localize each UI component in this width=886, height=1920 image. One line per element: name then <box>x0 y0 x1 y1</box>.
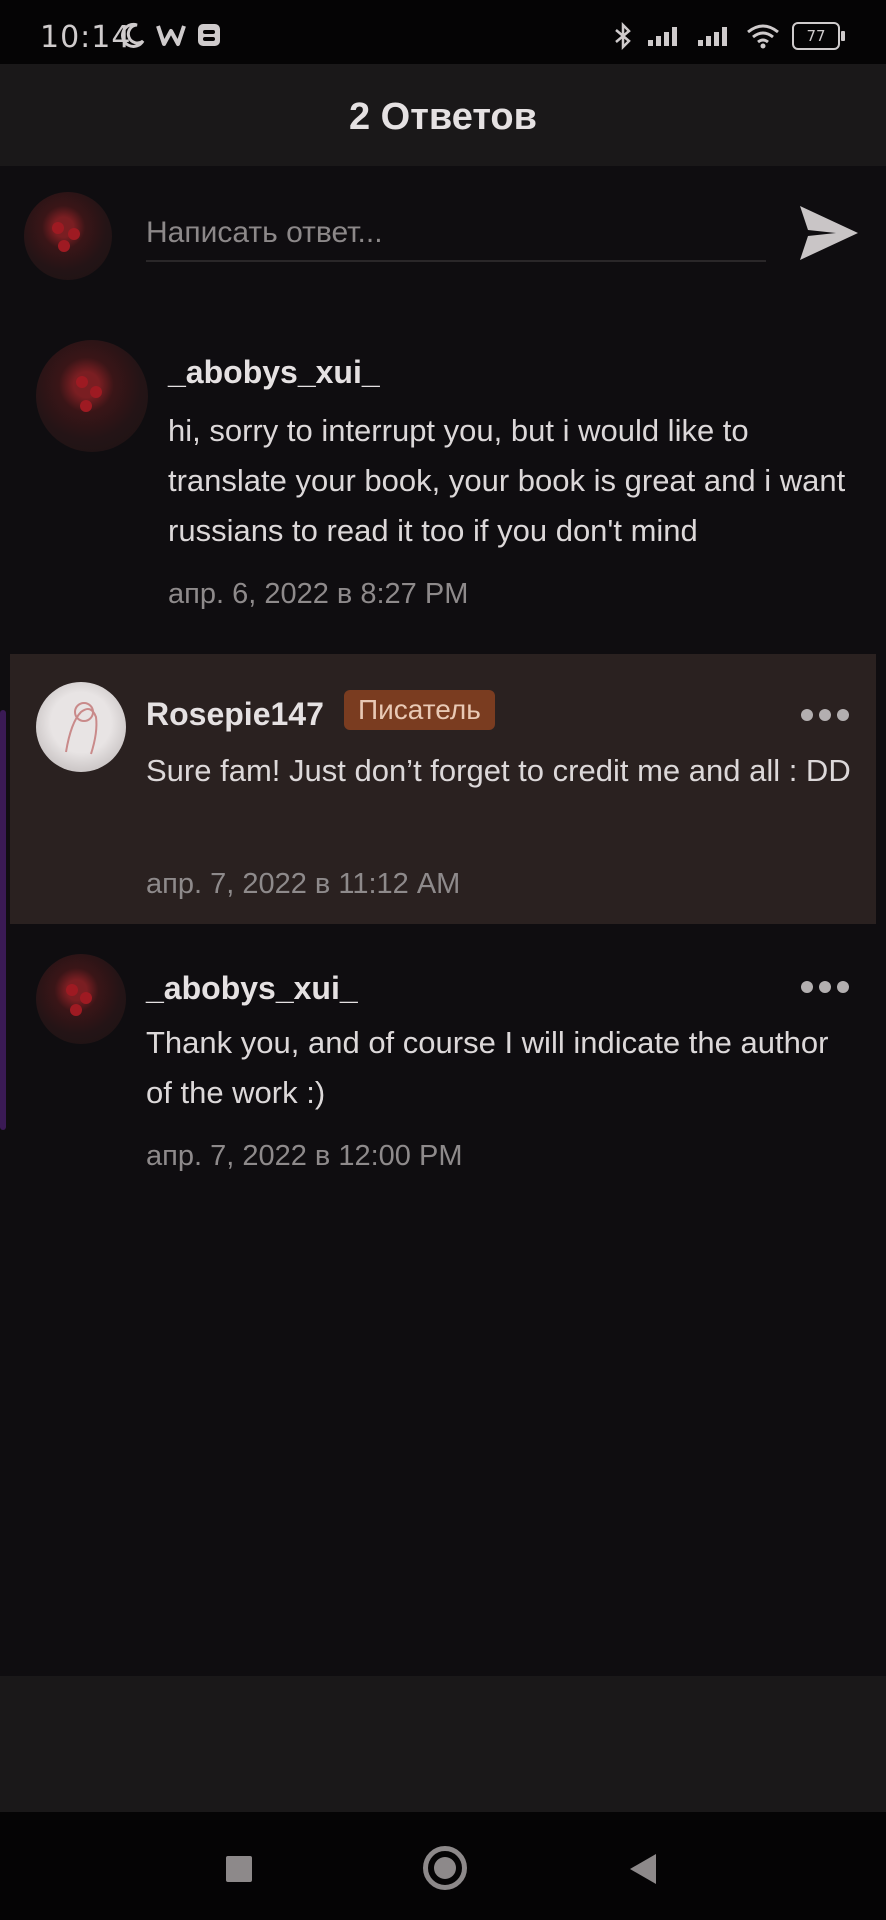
status-time: 10:14 <box>40 20 132 55</box>
comment-date: апр. 7, 2022 в 11:12 AM <box>146 868 461 900</box>
comment-username[interactable]: _abobys_xui_ <box>168 354 380 391</box>
wifi-icon <box>747 24 779 49</box>
page-title: 2 Ответов <box>348 96 538 138</box>
sketch-icon <box>65 702 98 755</box>
comment-text: hi, sorry to interrupt you, but i would … <box>168 413 846 548</box>
more-dots-icon[interactable] <box>798 972 852 1002</box>
header: 2 Ответов <box>0 64 886 166</box>
avatar[interactable] <box>36 954 126 1044</box>
more-dots-icon[interactable] <box>798 700 852 730</box>
comment-text: Sure fam! Just don’t forget to credit me… <box>146 753 851 788</box>
w-app-icon <box>156 25 186 46</box>
back-icon[interactable] <box>630 1854 656 1884</box>
reply-composer <box>0 166 886 296</box>
status-bar: 10:14 77 <box>0 0 886 64</box>
comment-date: апр. 7, 2022 в 12:00 PM <box>146 1140 463 1172</box>
send-icon[interactable] <box>796 200 862 266</box>
battery-icon: 77 <box>792 22 845 50</box>
author-badge: Писатель <box>344 690 495 730</box>
avatar[interactable] <box>36 682 126 772</box>
home-icon[interactable] <box>423 1846 467 1890</box>
recent-apps-icon[interactable] <box>226 1856 252 1882</box>
reply-input[interactable] <box>146 206 766 262</box>
moon-icon <box>121 22 145 48</box>
signal-icon <box>648 27 677 46</box>
avatar[interactable] <box>36 340 148 452</box>
comment-username[interactable]: _abobys_xui_ <box>146 970 358 1007</box>
comment-date: апр. 6, 2022 в 8:27 PM <box>168 578 469 610</box>
bluetooth-icon <box>615 22 631 50</box>
bottom-panel <box>0 1676 886 1812</box>
comment-text: Thank you, and of course I will indicate… <box>146 1025 829 1110</box>
signal-icon <box>698 27 727 46</box>
app-notification-icon <box>198 24 220 46</box>
comment-username[interactable]: Rosepie147 <box>146 696 324 733</box>
avatar <box>24 192 112 280</box>
thread-indicator <box>0 710 6 1130</box>
